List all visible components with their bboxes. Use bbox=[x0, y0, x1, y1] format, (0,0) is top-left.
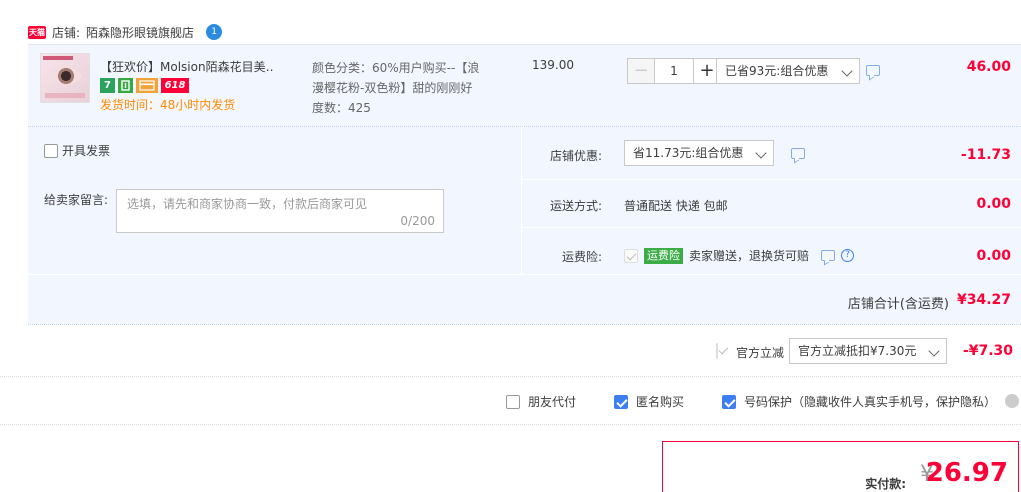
friend-pay-label: 朋友代付 bbox=[528, 395, 577, 409]
friend-pay-checkbox[interactable] bbox=[506, 394, 520, 409]
chat-icon[interactable]: 1 bbox=[206, 24, 223, 40]
invoice-checkbox[interactable] bbox=[44, 143, 58, 158]
unit-price: 139.00 bbox=[532, 58, 574, 72]
shipping-value: 0.00 bbox=[976, 196, 1011, 212]
ship-time: 发货时间：48小时内发货 bbox=[100, 98, 236, 112]
shop-name-link[interactable]: 陌森隐形眼镜旗舰店 bbox=[86, 24, 194, 41]
freight-insurance-text: 卖家赠送，退换货可赔 bbox=[689, 249, 810, 263]
chevron-down-icon bbox=[841, 65, 853, 77]
memo-char-count: 0/200 bbox=[400, 214, 435, 228]
quantity-minus-button[interactable]: − bbox=[627, 58, 655, 84]
help-icon[interactable]: ? bbox=[841, 249, 855, 262]
sku-line: 漫樱花粉-双色粉】甜的刚刚好 bbox=[312, 81, 473, 95]
number-protect-label: 号码保护（隐藏收件人真实手机号，保护隐私） bbox=[744, 395, 997, 409]
promo-618-icon[interactable]: 618 bbox=[161, 78, 189, 93]
sku-info: 颜色分类：60%用户购买--【浪 漫樱花粉-双色粉】甜的刚刚好 度数：425 bbox=[312, 58, 492, 118]
official-discount-select-value: 官方立减抵扣¥7.30元 bbox=[798, 344, 917, 358]
memo-placeholder: 选填，请先和商家协商一致，付款后商家可见 bbox=[127, 197, 368, 211]
product-thumbnail[interactable] bbox=[40, 53, 90, 103]
message-icon[interactable] bbox=[866, 65, 880, 76]
payment-amount: 26.97 bbox=[925, 458, 1008, 488]
shop-discount-value: -11.73 bbox=[960, 147, 1011, 163]
official-discount-row: 官方立减 官方立减抵扣¥7.30元 -¥7.30 bbox=[0, 325, 1021, 377]
service-badges: 7 618 bbox=[100, 78, 189, 93]
credit-card-icon[interactable] bbox=[136, 78, 158, 93]
message-icon[interactable] bbox=[791, 148, 805, 159]
anonymous-purchase-option[interactable]: 匿名购买 bbox=[614, 393, 684, 410]
shop-discount-label: 店铺优惠: bbox=[549, 149, 602, 163]
info-icon[interactable] bbox=[1005, 394, 1019, 408]
shop-total-value: ¥34.27 bbox=[956, 292, 1011, 308]
freight-insurance-value: 0.00 bbox=[976, 248, 1011, 264]
cart-item-row: 【狂欢价】Molsion陌森花目美… 7 618 发货时间：48小时内发货 颜色… bbox=[28, 44, 1021, 127]
number-protect-checkbox[interactable] bbox=[722, 394, 736, 409]
shop-total-label: 店铺合计(含运费) bbox=[847, 297, 949, 312]
seven-day-return-icon[interactable]: 7 bbox=[100, 78, 115, 93]
official-discount-select[interactable]: 官方立减抵扣¥7.30元 bbox=[789, 338, 947, 364]
seller-memo-input[interactable]: 选填，请先和商家协商一致，付款后商家可见 0/200 bbox=[116, 189, 444, 233]
freight-insurance-badge: 运费险 bbox=[644, 247, 683, 264]
item-discount-select[interactable]: 已省93元:组合优惠 bbox=[716, 58, 860, 84]
shop-header: 天猫 店铺: 陌森隐形眼镜旗舰店 1 bbox=[28, 20, 223, 44]
freight-insurance-info: 运费险 卖家赠送，退换货可赔 ? bbox=[624, 247, 855, 264]
quantity-stepper: − 1 + bbox=[627, 58, 721, 84]
freight-insurance-checkbox bbox=[624, 248, 638, 263]
shipping-method: 普通配送 快递 包邮 bbox=[624, 199, 728, 213]
product-title-link[interactable]: 【狂欢价】Molsion陌森花目美… bbox=[100, 58, 275, 75]
official-discount-label: 官方立减 bbox=[736, 346, 785, 360]
shop-total-row: 店铺合计(含运费) ¥34.27 bbox=[28, 274, 1021, 324]
invoice-label: 开具发票 bbox=[62, 144, 111, 158]
payment-total-box: 实付款: ¥ 26.97 bbox=[662, 441, 1019, 492]
anonymous-purchase-checkbox[interactable] bbox=[614, 394, 628, 409]
guarantee-icon[interactable] bbox=[118, 78, 133, 93]
order-summary: 开具发票 给卖家留言: 选填，请先和商家协商一致，付款后商家可见 0/200 店… bbox=[28, 127, 1021, 324]
purchase-options-row: 朋友代付 匿名购买 号码保护（隐藏收件人真实手机号，保护隐私） bbox=[0, 377, 1021, 425]
quantity-input[interactable]: 1 bbox=[655, 58, 693, 84]
official-discount-value: -¥7.30 bbox=[962, 343, 1013, 359]
shop-label: 店铺: bbox=[52, 25, 81, 40]
official-discount-checkbox bbox=[716, 343, 718, 359]
chevron-down-icon bbox=[928, 345, 940, 357]
payment-label: 实付款: bbox=[865, 477, 906, 491]
friend-pay-option[interactable]: 朋友代付 bbox=[506, 393, 576, 410]
chevron-down-icon bbox=[755, 147, 767, 159]
item-row-total: 46.00 bbox=[966, 59, 1011, 75]
tmall-badge: 天猫 bbox=[28, 25, 46, 39]
memo-label: 给卖家留言: bbox=[44, 193, 109, 207]
message-icon[interactable] bbox=[821, 250, 836, 261]
shop-discount-select-value: 省11.73元:组合优惠 bbox=[633, 146, 744, 160]
shop-discount-select[interactable]: 省11.73元:组合优惠 bbox=[624, 140, 774, 166]
freight-insurance-label: 运费险: bbox=[561, 250, 602, 264]
shipping-label: 运送方式: bbox=[549, 199, 602, 213]
number-protect-option[interactable]: 号码保护（隐藏收件人真实手机号，保护隐私） bbox=[722, 393, 996, 410]
item-discount-select-value: 已省93元:组合优惠 bbox=[725, 64, 829, 78]
anonymous-purchase-label: 匿名购买 bbox=[636, 395, 685, 409]
sku-line: 颜色分类：60%用户购买--【浪 bbox=[312, 61, 480, 75]
sku-line: 度数：425 bbox=[312, 101, 371, 115]
invoice-option[interactable]: 开具发票 bbox=[44, 142, 110, 159]
